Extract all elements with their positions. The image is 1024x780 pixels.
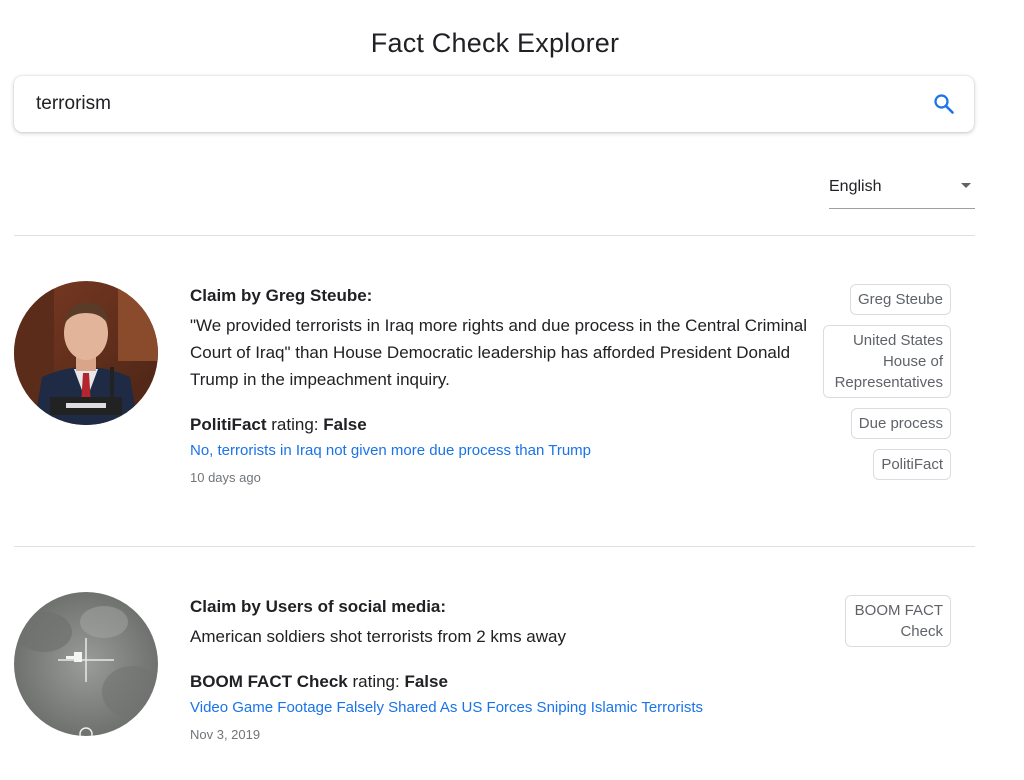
- tag-chip[interactable]: Due process: [850, 408, 951, 439]
- dropdown-caret-icon: [961, 183, 971, 188]
- search-icon[interactable]: [932, 92, 956, 116]
- language-selected-value: English: [829, 178, 882, 195]
- thermal-footage-icon: [14, 592, 158, 736]
- rating-value: False: [323, 415, 367, 434]
- search-input[interactable]: [36, 76, 896, 132]
- tag-list: Greg Steube United States House of Repre…: [751, 284, 951, 490]
- claim-text: "We provided terrorists in Iraq more rig…: [190, 316, 808, 389]
- claim-thumbnail[interactable]: [14, 281, 158, 425]
- page-title: Fact Check Explorer: [370, 28, 620, 58]
- publisher-name: PolitiFact: [190, 415, 267, 434]
- divider: [14, 546, 975, 547]
- article-link[interactable]: Video Game Footage Falsely Shared As US …: [190, 697, 820, 719]
- claim-text: American soldiers shot terrorists from 2…: [190, 627, 566, 646]
- article-link[interactable]: No, terrorists in Iraq not given more du…: [190, 440, 820, 462]
- review-date: 10 days ago: [190, 470, 261, 485]
- claim-prefix: Claim by: [190, 286, 261, 305]
- tag-chip[interactable]: BOOM FACT Check: [845, 595, 951, 647]
- claim-thumbnail[interactable]: [14, 592, 158, 736]
- claim-prefix: Claim by: [190, 597, 261, 616]
- rating-line: PolitiFact rating: False: [190, 414, 820, 436]
- speaker-photo-icon: [14, 281, 158, 425]
- publisher-name: BOOM FACT Check: [190, 672, 348, 691]
- tag-chip[interactable]: PolitiFact: [873, 449, 951, 480]
- claimant-line: Claim by Users of social media:: [190, 595, 820, 619]
- rating-line: BOOM FACT Check rating: False: [190, 671, 820, 693]
- claimant-name: Users of social media:: [265, 597, 447, 616]
- claim-content: Claim by Users of social media: American…: [190, 595, 820, 745]
- rating-word: rating:: [352, 672, 400, 691]
- language-select[interactable]: English: [829, 168, 975, 209]
- rating-word: rating:: [271, 415, 319, 434]
- search-box[interactable]: [14, 76, 974, 132]
- claim-content: Claim by Greg Steube: "We provided terro…: [190, 284, 820, 488]
- rating-value: False: [404, 672, 448, 691]
- review-date: Nov 3, 2019: [190, 727, 261, 742]
- tag-chip[interactable]: United States House of Representatives: [823, 325, 951, 398]
- claimant-line: Claim by Greg Steube:: [190, 284, 820, 308]
- claimant-name: Greg Steube:: [265, 286, 373, 305]
- tag-chip[interactable]: Greg Steube: [849, 284, 951, 315]
- tag-list: BOOM FACT Check: [751, 595, 951, 657]
- divider: [14, 235, 975, 236]
- fact-check-explorer-page: Fact Check Explorer English: [0, 0, 1024, 780]
